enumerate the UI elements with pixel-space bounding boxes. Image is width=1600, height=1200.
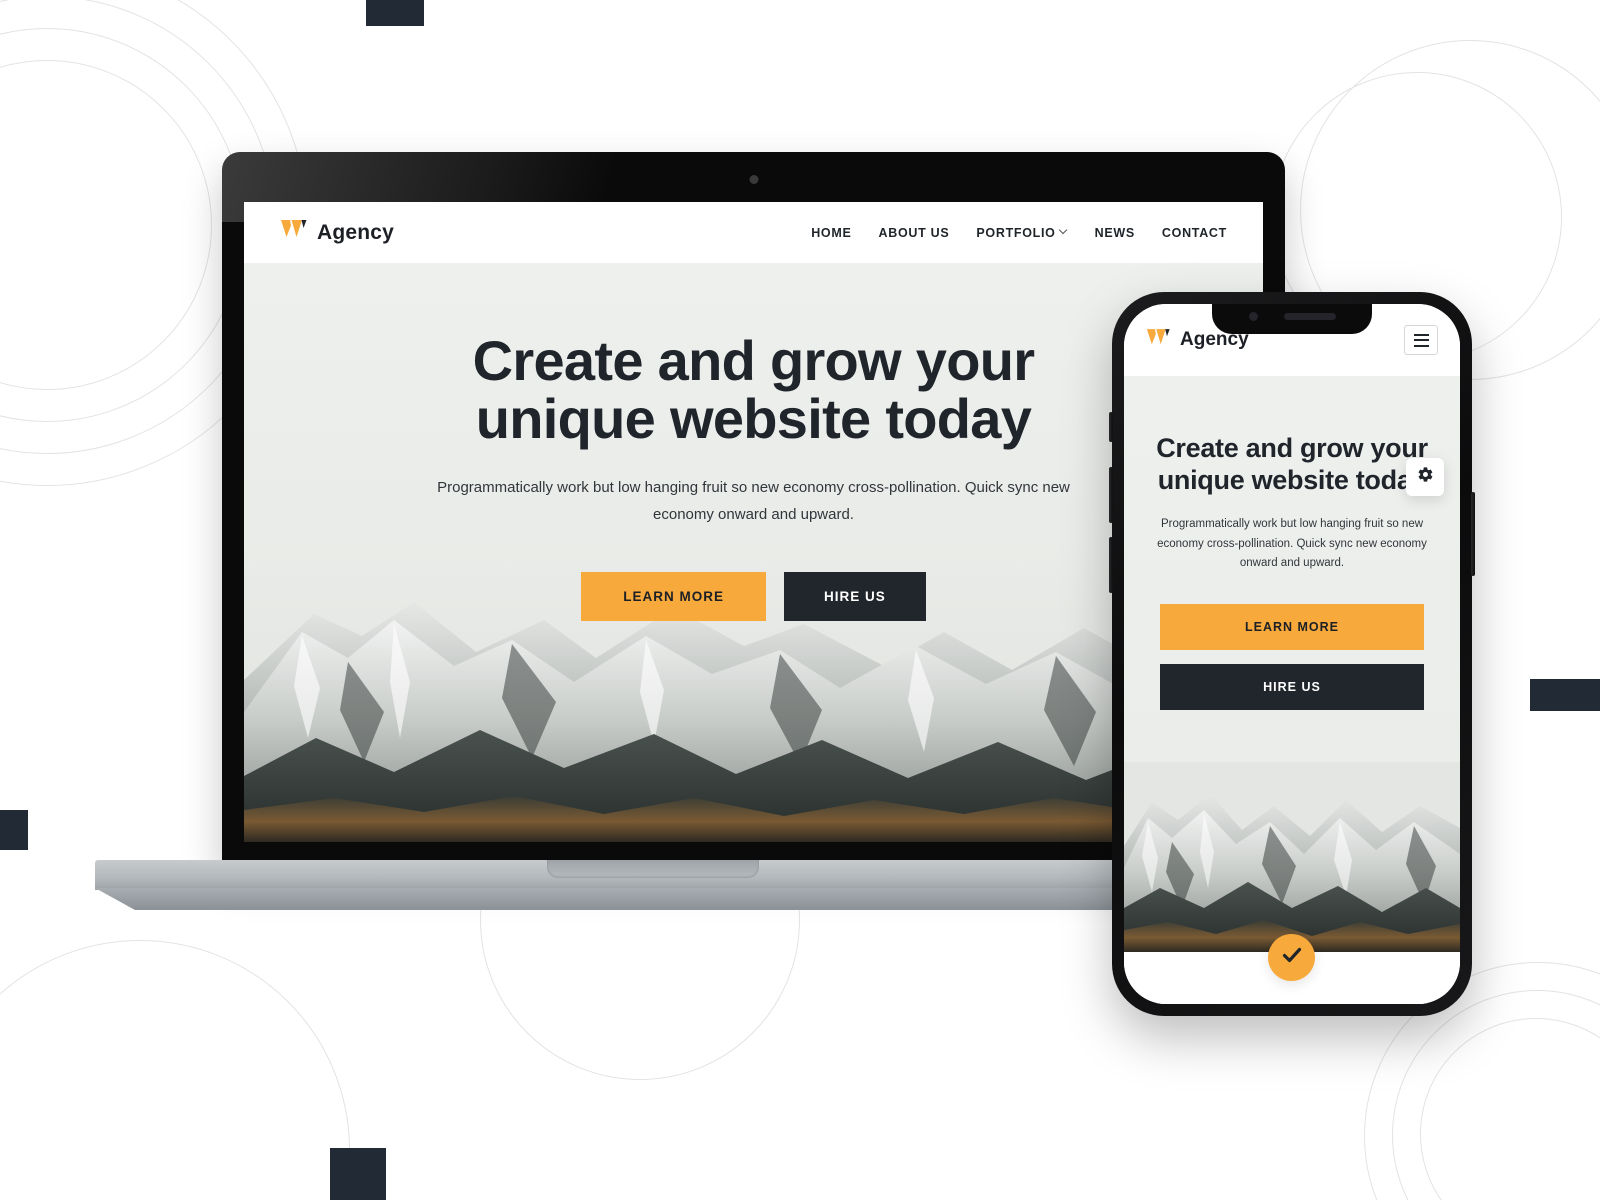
success-badge[interactable] <box>1268 934 1315 981</box>
phone-frame: Agency Create and grow your unique websi… <box>1109 292 1475 1016</box>
ring-bottom-left <box>0 940 350 1200</box>
laptop-base-front <box>95 888 1210 910</box>
mobile-learn-more-button[interactable]: LEARN MORE <box>1160 604 1424 651</box>
phone-silent-switch[interactable] <box>1109 412 1113 442</box>
phone-volume-up-button[interactable] <box>1109 467 1113 523</box>
phone-screen: Agency Create and grow your unique websi… <box>1124 304 1460 1004</box>
nav-item-portfolio-label: PORTFOLIO <box>976 225 1056 240</box>
brand-logo[interactable]: Agency <box>280 219 394 246</box>
settings-badge[interactable] <box>1406 458 1444 496</box>
mobile-hero-actions: LEARN MORE HIRE US <box>1146 604 1438 711</box>
laptop-base <box>95 860 1210 910</box>
mobile-hire-us-button[interactable]: HIRE US <box>1160 664 1424 711</box>
laptop-webcam-icon <box>749 175 758 184</box>
decor-square-right <box>1530 679 1600 711</box>
decor-square-top <box>366 0 424 26</box>
mobile-hero-content: Create and grow your unique website toda… <box>1124 376 1460 711</box>
brand-name: Agency <box>317 220 395 244</box>
laptop-mockup: Agency HOME ABOUT US PORTFOLIO NEWS CONT… <box>95 152 1285 922</box>
hero-title: Create and grow your unique website toda… <box>472 329 1035 451</box>
nav-item-news[interactable]: NEWS <box>1095 226 1135 240</box>
decor-square-bottom <box>330 1148 386 1200</box>
nav-item-contact[interactable]: CONTACT <box>1162 226 1227 240</box>
phone-power-button[interactable] <box>1471 492 1475 576</box>
mobile-hero-mountain-image <box>1124 762 1460 952</box>
w-logo-icon <box>1146 328 1171 353</box>
mobile-hero-subtitle: Programmatically work but low hanging fr… <box>1157 517 1427 570</box>
hero-subtitle: Programmatically work but low hanging fr… <box>437 479 1070 524</box>
phone-notch <box>1212 304 1372 334</box>
nav-item-home[interactable]: HOME <box>811 226 851 240</box>
decor-square-left <box>0 810 28 850</box>
mobile-hero-title: Create and grow your unique website toda… <box>1156 433 1428 496</box>
phone-volume-down-button[interactable] <box>1109 537 1113 593</box>
nav-item-about-us-label: ABOUT US <box>878 225 950 240</box>
check-icon <box>1280 943 1304 972</box>
hamburger-bar-1 <box>1413 333 1429 336</box>
nav-item-about-us[interactable]: ABOUT US <box>879 226 950 240</box>
phone-mockup: Agency Create and grow your unique websi… <box>1109 292 1475 1016</box>
nav-item-portfolio[interactable]: PORTFOLIO <box>976 226 1067 240</box>
main-navigation: HOME ABOUT US PORTFOLIO NEWS CONTACT <box>811 226 1227 240</box>
chevron-down-icon <box>1060 227 1068 235</box>
hamburger-bar-2 <box>1413 339 1429 341</box>
phone-earpiece-speaker <box>1283 313 1336 320</box>
learn-more-button[interactable]: LEARN MORE <box>581 572 766 622</box>
nav-item-contact-label: CONTACT <box>1161 225 1227 240</box>
nav-item-home-label: HOME <box>811 225 852 240</box>
hire-us-button[interactable]: HIRE US <box>783 572 926 622</box>
phone-front-camera-icon <box>1248 312 1258 321</box>
hamburger-bar-3 <box>1413 344 1429 347</box>
w-logo-icon <box>280 219 308 246</box>
hamburger-menu-icon[interactable] <box>1404 325 1438 355</box>
nav-item-news-label: NEWS <box>1094 225 1135 240</box>
site-header: Agency HOME ABOUT US PORTFOLIO NEWS CONT… <box>244 202 1263 264</box>
laptop-base-notch <box>546 860 759 878</box>
gear-icon <box>1417 466 1434 488</box>
